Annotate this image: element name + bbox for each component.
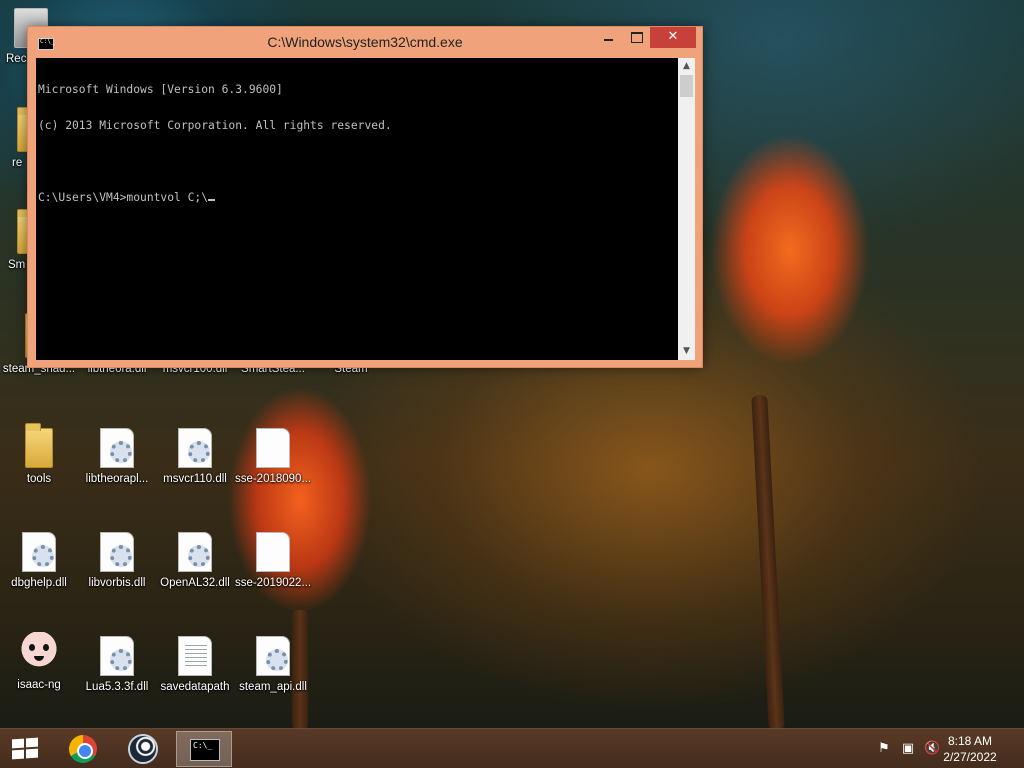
maximize-button[interactable] bbox=[622, 27, 650, 48]
desktop-icon-label: savedatapath bbox=[160, 681, 230, 693]
console-prompt-line: C:\Users\VM4>mountvol C;\ bbox=[38, 192, 676, 204]
scroll-up-arrow-icon[interactable]: ▲ bbox=[678, 58, 695, 75]
scroll-down-arrow-icon[interactable]: ▼ bbox=[678, 343, 695, 360]
file-icon bbox=[256, 532, 290, 572]
isaac-app-icon bbox=[20, 632, 58, 674]
desktop-item-openal32[interactable]: OpenAL32.dll bbox=[156, 532, 234, 590]
dll-file-icon bbox=[100, 428, 134, 468]
dll-file-icon bbox=[178, 532, 212, 572]
folder-icon bbox=[25, 423, 53, 468]
desktop-icon-label: OpenAL32.dll bbox=[160, 577, 230, 589]
desktop-item-msvcr110[interactable]: msvcr110.dll bbox=[156, 428, 234, 486]
chrome-icon bbox=[69, 735, 97, 763]
desktop-icon-label: Lua5.3.3f.dll bbox=[85, 681, 149, 693]
console-output[interactable]: Microsoft Windows [Version 6.3.9600] (c)… bbox=[36, 58, 678, 360]
taskbar: ⚑ ▣ 🔇 8:18 AM 2/27/2022 bbox=[0, 728, 1024, 768]
desktop-icon-label: steam_api.dll bbox=[239, 681, 307, 693]
desktop-item-lua[interactable]: Lua5.3.3f.dll bbox=[78, 636, 156, 694]
network-icon[interactable]: ▣ bbox=[900, 741, 916, 757]
console-line: (c) 2013 Microsoft Corporation. All righ… bbox=[38, 119, 392, 132]
desktop-icon-label: isaac-ng bbox=[17, 679, 61, 691]
desktop-icon-label: msvcr110.dll bbox=[163, 473, 227, 485]
dll-file-icon bbox=[22, 532, 56, 572]
desktop-icon-label: dbghelp.dll bbox=[11, 577, 67, 589]
cmd-window[interactable]: C:\Windows\system32\cmd.exe ✕ Microsoft … bbox=[27, 26, 703, 368]
clock-date: 2/27/2022 bbox=[943, 750, 997, 764]
text-file-icon bbox=[178, 636, 212, 676]
console-prompt: C:\Users\VM4>mountvol C;\ bbox=[38, 191, 209, 204]
console-line: Microsoft Windows [Version 6.3.9600] bbox=[38, 83, 283, 96]
action-center-flag-icon[interactable]: ⚑ bbox=[876, 741, 892, 757]
text-cursor bbox=[208, 199, 216, 201]
close-button[interactable]: ✕ bbox=[650, 27, 696, 48]
taskbar-chrome-button[interactable] bbox=[54, 731, 110, 767]
desktop-item-libvorbis[interactable]: libvorbis.dll bbox=[78, 532, 156, 590]
desktop-item-steam-api[interactable]: steam_api.dll bbox=[234, 636, 312, 694]
dll-file-icon bbox=[100, 636, 134, 676]
wallpaper-stem bbox=[751, 394, 785, 731]
taskbar-steam-button[interactable] bbox=[114, 731, 170, 767]
minimize-button[interactable] bbox=[594, 27, 622, 48]
scroll-thumb[interactable] bbox=[680, 75, 693, 97]
system-tray: ⚑ ▣ 🔇 8:18 AM 2/27/2022 bbox=[864, 729, 1024, 768]
dll-file-icon bbox=[100, 532, 134, 572]
windows-logo-icon bbox=[12, 737, 38, 760]
desktop-item-savedatapath[interactable]: savedatapath bbox=[156, 636, 234, 694]
cmd-icon bbox=[190, 739, 220, 761]
desktop-icon-label: sse-2019022... bbox=[234, 577, 312, 589]
desktop-icon-label: libvorbis.dll bbox=[88, 577, 146, 589]
desktop-item-tools[interactable]: tools bbox=[0, 423, 78, 486]
desktop-item-dbghelp[interactable]: dbghelp.dll bbox=[0, 532, 78, 590]
vertical-scrollbar[interactable]: ▲ ▼ bbox=[678, 58, 695, 360]
cmd-titlebar[interactable]: C:\Windows\system32\cmd.exe ✕ bbox=[28, 27, 702, 57]
desktop-item-sse-2019[interactable]: sse-2019022... bbox=[234, 532, 312, 590]
start-button[interactable] bbox=[0, 729, 50, 768]
desktop-item-isaac-ng[interactable]: isaac-ng bbox=[0, 632, 78, 692]
desktop-icon-label: libtheorapl... bbox=[85, 473, 149, 485]
desktop-item-sse-2018[interactable]: sse-2018090... bbox=[234, 428, 312, 486]
dll-file-icon bbox=[256, 636, 290, 676]
taskbar-cmd-button[interactable] bbox=[176, 731, 232, 767]
dll-file-icon bbox=[178, 428, 212, 468]
clock-time: 8:18 AM bbox=[947, 734, 993, 748]
desktop-icon-label: tools bbox=[26, 473, 52, 485]
desktop-icon-label: sse-2018090... bbox=[234, 473, 312, 485]
clock[interactable]: 8:18 AM 2/27/2022 bbox=[934, 733, 1006, 765]
file-icon bbox=[256, 428, 290, 468]
steam-icon bbox=[128, 734, 158, 764]
desktop-item-libtheorapl[interactable]: libtheorapl... bbox=[78, 428, 156, 486]
